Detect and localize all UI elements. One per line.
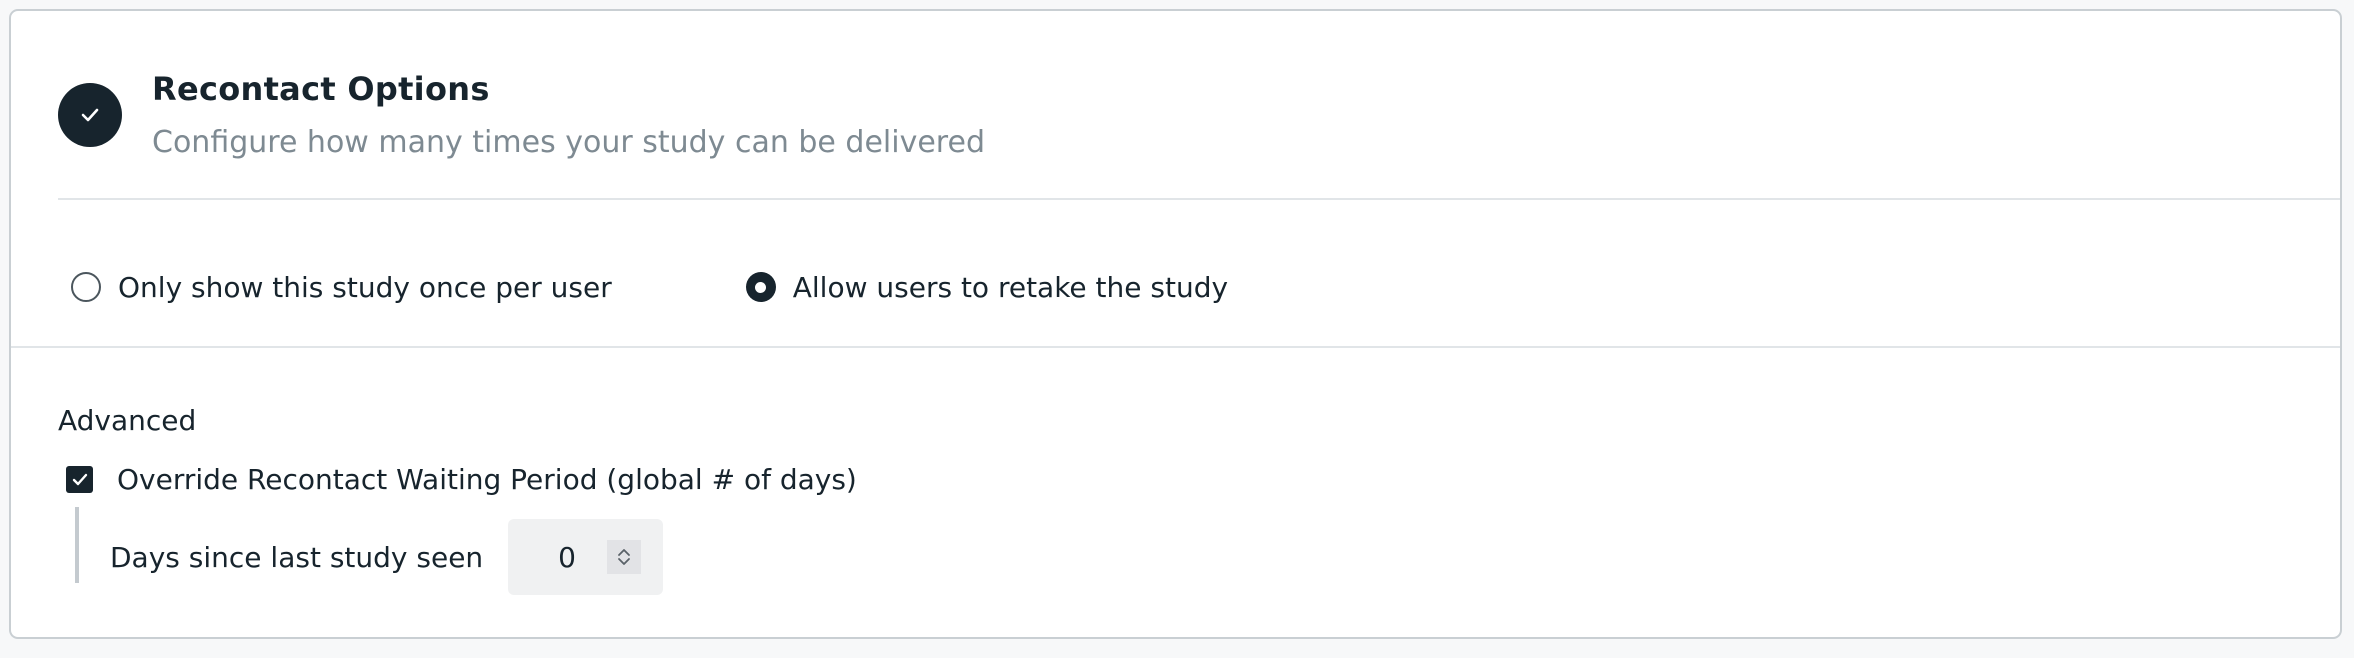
override-checkbox[interactable] <box>66 466 93 493</box>
options-divider <box>11 346 2340 348</box>
recontact-radio-group: Only show this study once per user Allow… <box>71 267 1228 307</box>
radio-button-unselected[interactable] <box>71 272 101 302</box>
radio-label-once-per-user: Only show this study once per user <box>118 270 612 304</box>
section-header: Recontact Options Configure how many tim… <box>58 63 985 169</box>
days-since-row: Days since last study seen 0 <box>110 519 664 595</box>
radio-label-allow-retake: Allow users to retake the study <box>792 270 1229 304</box>
days-since-value[interactable]: 0 <box>558 541 576 574</box>
checkmark-icon <box>81 108 99 122</box>
radio-dot <box>755 281 767 293</box>
radio-option-allow-retake[interactable]: Allow users to retake the study <box>745 270 1229 304</box>
check-circle-icon <box>58 83 122 147</box>
days-since-label: Days since last study seen <box>110 540 484 574</box>
chevron-up-icon[interactable] <box>616 547 632 557</box>
checkbox-check-icon <box>72 473 87 485</box>
section-title: Recontact Options <box>152 70 490 108</box>
radio-option-once-per-user[interactable]: Only show this study once per user <box>71 271 612 304</box>
advanced-heading: Advanced <box>58 404 197 437</box>
chevron-down-icon[interactable] <box>616 557 632 567</box>
radio-button-selected[interactable] <box>745 272 776 302</box>
header-divider <box>58 198 2340 200</box>
override-waiting-period-option[interactable]: Override Recontact Waiting Period (globa… <box>66 463 857 496</box>
number-spinner[interactable] <box>607 540 642 574</box>
override-checkbox-label: Override Recontact Waiting Period (globa… <box>117 463 857 496</box>
days-since-number-input[interactable]: 0 <box>508 519 664 595</box>
recontact-options-card: Recontact Options Configure how many tim… <box>9 9 2342 639</box>
nested-indent-bar <box>75 507 79 583</box>
header-text: Recontact Options Configure how many tim… <box>152 63 985 169</box>
section-subtitle: Configure how many times your study can … <box>152 125 985 160</box>
